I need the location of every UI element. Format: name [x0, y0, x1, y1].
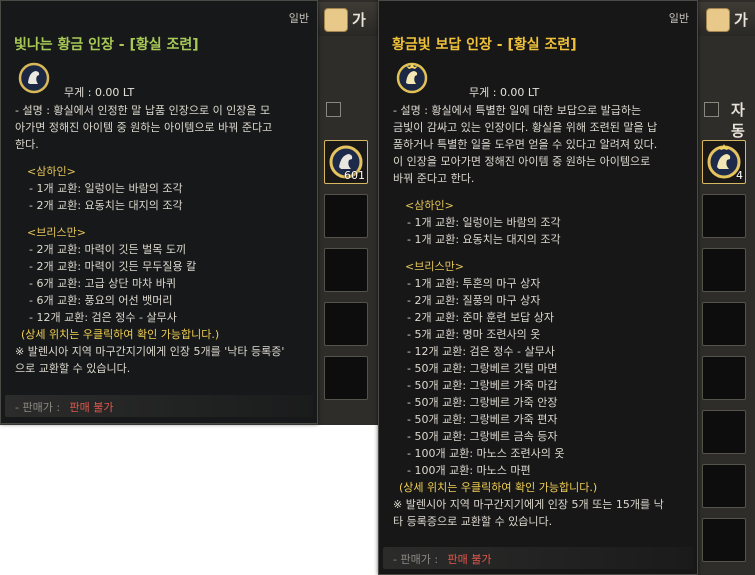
exchange-item: - 6개 교환: 고급 상단 마차 바퀴: [29, 277, 176, 290]
sell-price: - 판매가 : 판매 불가: [393, 551, 492, 567]
inventory-slot-empty[interactable]: [324, 356, 368, 400]
item-weight: 무게 : 0.00 LT: [64, 86, 135, 99]
description-line: 품하거나 특별한 일을 도우면 얻을 수 있다고 알려져 있다.: [393, 138, 658, 151]
item-weight: 무게 : 0.00 LT: [469, 86, 540, 99]
item-category: 일반: [668, 12, 689, 25]
exchange-item: - 1개 교환: 일렁이는 바람의 조각: [29, 182, 183, 195]
exchange-item: - 50개 교환: 그랑베르 깃털 마면: [407, 362, 558, 375]
auto-arrange-checkbox[interactable]: [704, 102, 719, 117]
item-title: 빛나는 황금 인장 - [황실 조련]: [14, 37, 199, 53]
inventory-header-right: 가: [697, 2, 755, 36]
exchange-item: - 2개 교환: 마력이 깃든 벌목 도끼: [29, 243, 187, 256]
exchange-item: - 100개 교환: 마노스 조련사의 옷: [407, 447, 565, 460]
exchange-section-heading: <삼하인>: [27, 165, 76, 178]
sell-price-label: - 판매가 :: [15, 401, 61, 414]
exchange-item: - 12개 교환: 검은 정수 - 살무사: [407, 345, 555, 358]
sell-price-value: 판매 불가: [447, 553, 492, 566]
slot-stack-count: 4: [736, 169, 743, 182]
description-line: 한다.: [15, 138, 39, 151]
exchange-item: - 1개 교환: 투혼의 마구 상자: [407, 277, 541, 290]
exchange-section-heading: <브리스만>: [27, 226, 86, 239]
exchange-item: - 6개 교환: 풍요의 어선 뱃머리: [29, 294, 173, 307]
description-line: - 설명 : 황실에서 인정한 말 납품 인장으로 이 인장을 모: [15, 104, 271, 117]
item-tooltip-right: 일반 황금빛 보답 인장 - [황실 조련] 무게 : 0.00 LT - 설명…: [378, 0, 698, 575]
inventory-header-middle: 가: [318, 2, 378, 36]
exchange-item: - 2개 교환: 준마 훈련 보답 상자: [407, 311, 554, 324]
inventory-slot-empty[interactable]: [324, 194, 368, 238]
description-line: 아가면 정해진 아이템 중 원하는 아이템으로 바꿔 준다고: [15, 121, 273, 134]
camel-exchange-note: ※ 발렌시아 지역 마구간지기에게 인장 5개 또는 15개를 낙: [393, 498, 664, 511]
item-title: 황금빛 보답 인장 - [황실 조련]: [392, 37, 577, 53]
warehouse-icon[interactable]: [706, 8, 730, 32]
sell-price-value: 판매 불가: [69, 401, 114, 414]
inventory-slot-empty[interactable]: [702, 302, 746, 346]
exchange-item: - 5개 교환: 명마 조련사의 옷: [407, 328, 541, 341]
sell-price: - 판매가 : 판매 불가: [15, 399, 114, 415]
inventory-slot-seal[interactable]: 4: [702, 140, 746, 184]
exchange-item: - 50개 교환: 그랑베르 가죽 마갑: [407, 379, 558, 392]
exchange-item: - 50개 교환: 그랑베르 금속 등자: [407, 430, 558, 443]
golden-reward-seal-icon: [396, 62, 428, 94]
exchange-item: - 1개 교환: 일렁이는 바람의 조각: [407, 216, 561, 229]
item-description: - 설명 : 황실에서 특별한 일에 대한 보답으로 발급하는 금빛이 감싸고 …: [393, 102, 664, 530]
exchange-item: - 100개 교환: 마노스 마편: [407, 464, 531, 477]
exchange-item: - 2개 교환: 질풍의 마구 상자: [407, 294, 541, 307]
slot-stack-count: 601: [344, 169, 365, 182]
camel-exchange-note: 타 등록증으로 교환할 수 있습니다.: [393, 515, 553, 528]
description-line: 이 인장을 모아가면 정해진 아이템 중 원하는 아이템으로: [393, 155, 651, 168]
inventory-slot-empty[interactable]: [702, 464, 746, 508]
inventory-slot-empty[interactable]: [702, 410, 746, 454]
exchange-section-heading: <삼하인>: [405, 199, 454, 212]
inventory-slot-empty[interactable]: [324, 302, 368, 346]
inventory-slot-seal[interactable]: 601: [324, 140, 368, 184]
item-category: 일반: [288, 12, 309, 25]
item-tooltip-left: 일반 빛나는 황금 인장 - [황실 조련] 무게 : 0.00 LT - 설명…: [0, 0, 318, 424]
camel-exchange-note: ※ 발렌시아 지역 마구간지기에게 인장 5개를 '낙타 등록증': [15, 345, 285, 358]
inventory-slot-empty[interactable]: [702, 248, 746, 292]
auto-arrange-label: 자동: [731, 101, 745, 140]
description-line: - 설명 : 황실에서 특별한 일에 대한 보답으로 발급하는: [393, 104, 642, 117]
auto-arrange-checkbox[interactable]: [326, 102, 341, 117]
inventory-slot-empty[interactable]: [324, 248, 368, 292]
description-line: 금빛이 감싸고 있는 인장이다. 황실을 위해 조련된 말을 납: [393, 121, 658, 134]
exchange-section-heading: <브리스만>: [405, 260, 464, 273]
inventory-header-text: 가: [734, 11, 748, 29]
description-line: 바꿔 준다고 한다.: [393, 172, 475, 185]
detail-location-note: (상세 위치는 우클릭하여 확인 가능합니다.): [399, 481, 598, 494]
warehouse-icon[interactable]: [324, 8, 348, 32]
inventory-slot-empty[interactable]: [702, 356, 746, 400]
inventory-slot-empty[interactable]: [702, 194, 746, 238]
exchange-item: - 1개 교환: 요동치는 대지의 조각: [407, 233, 561, 246]
item-description: - 설명 : 황실에서 인정한 말 납품 인장으로 이 인장을 모 아가면 정해…: [15, 102, 284, 377]
exchange-item: - 50개 교환: 그랑베르 가죽 편자: [407, 413, 558, 426]
camel-exchange-note: 으로 교환할 수 있습니다.: [15, 362, 131, 375]
sell-price-label: - 판매가 :: [393, 553, 439, 566]
shining-gold-seal-icon: [18, 62, 50, 94]
inventory-slot-empty[interactable]: [702, 518, 746, 562]
inventory-header-text: 가: [352, 11, 366, 29]
exchange-item: - 2개 교환: 마력이 깃든 무두질용 칼: [29, 260, 197, 273]
exchange-item: - 50개 교환: 그랑베르 가죽 안장: [407, 396, 558, 409]
exchange-item: - 2개 교환: 요동치는 대지의 조각: [29, 199, 183, 212]
empty-area: [0, 425, 378, 575]
detail-location-note: (상세 위치는 우클릭하여 확인 가능합니다.): [21, 328, 220, 341]
exchange-item: - 12개 교환: 검은 정수 - 살무사: [29, 311, 177, 324]
